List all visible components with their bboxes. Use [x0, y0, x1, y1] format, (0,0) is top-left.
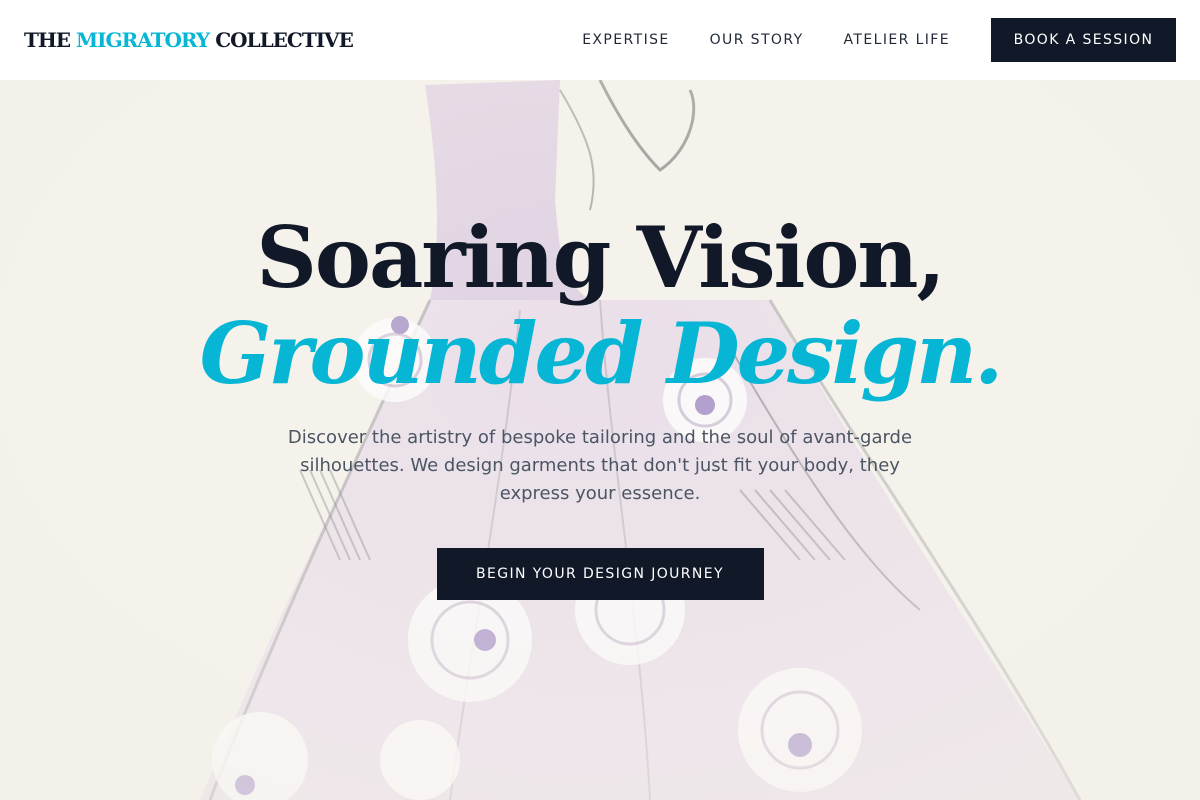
site-header: THE MIGRATORY COLLECTIVE EXPERTISE OUR S… [0, 0, 1200, 80]
main-nav: EXPERTISE OUR STORY ATELIER LIFE BOOK A … [582, 18, 1176, 62]
hero-subtitle: Discover the artistry of bespoke tailori… [287, 427, 913, 504]
brand-logo[interactable]: THE MIGRATORY COLLECTIVE [24, 28, 354, 52]
logo-highlight: MIGRATORY [76, 28, 210, 52]
logo-prefix: THE [24, 28, 71, 52]
hero-title-line1: Soaring Vision, [256, 208, 946, 307]
logo-suffix: COLLECTIVE [215, 28, 354, 52]
nav-link-atelier-life[interactable]: ATELIER LIFE [844, 32, 950, 48]
book-session-button[interactable]: BOOK A SESSION [991, 18, 1176, 62]
hero-section: Soaring Vision, Grounded Design. Discove… [0, 80, 1200, 800]
begin-journey-button[interactable]: BEGIN YOUR DESIGN JOURNEY [436, 548, 764, 600]
hero-title-line2: Grounded Design. [199, 304, 1004, 403]
nav-link-expertise[interactable]: EXPERTISE [582, 32, 669, 48]
nav-link-our-story[interactable]: OUR STORY [710, 32, 804, 48]
hero-title: Soaring Vision, Grounded Design. [0, 210, 1200, 402]
